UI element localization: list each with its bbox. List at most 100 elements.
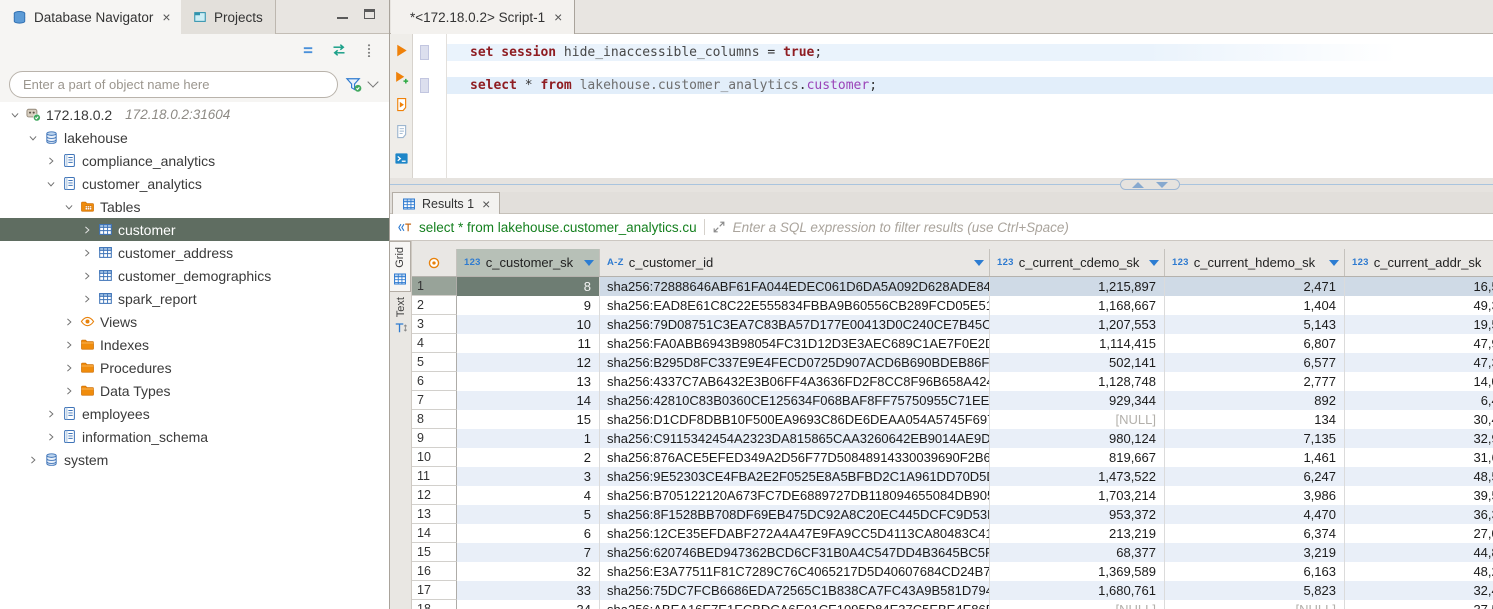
cell-c-current-addr-sk[interactable]: 48,29 [1345,562,1493,581]
cell-c-customer-sk[interactable]: 1 [457,429,600,448]
chevron-right-icon[interactable] [26,455,39,465]
cell-c-customer-id[interactable]: sha256:42810C83B0360CE125634F068BAF8FF75… [600,391,990,410]
cell-c-customer-id[interactable]: sha256:B705122120A673FC7DE6889727DB11809… [600,486,990,505]
chevron-down-icon[interactable] [367,76,378,87]
table-row[interactable]: 29sha256:EAD8E61C8C22E555834FBBA9B60556C… [412,296,1493,315]
cell-c-current-hdemo-sk[interactable]: 3,986 [1165,486,1345,505]
tree-item-employees[interactable]: employees [0,402,389,425]
tab-results-1[interactable]: Results 1 × [392,192,500,214]
chevron-right-icon[interactable] [62,363,75,373]
column-header-c-current-addr-sk[interactable]: 123c_current_addr_sk [1345,249,1493,276]
cell-c-current-cdemo-sk[interactable]: 980,124 [990,429,1165,448]
close-icon[interactable]: × [554,9,562,25]
cell-c-customer-sk[interactable]: 10 [457,315,600,334]
cell-c-current-addr-sk[interactable]: 36,36 [1345,505,1493,524]
cell-c-current-cdemo-sk[interactable]: 1,114,415 [990,334,1165,353]
cell-c-current-cdemo-sk[interactable]: 819,667 [990,448,1165,467]
sort-dropdown-icon[interactable] [1149,260,1159,266]
cell-c-customer-sk[interactable]: 3 [457,467,600,486]
cell-c-current-hdemo-sk[interactable]: 6,807 [1165,334,1345,353]
cell-c-current-cdemo-sk[interactable]: 502,141 [990,353,1165,372]
cell-c-current-hdemo-sk[interactable]: 1,461 [1165,448,1345,467]
cell-c-customer-id[interactable]: sha256:12CE35EFDABF272A4A47E9FA9CC5D4113… [600,524,990,543]
cell-c-current-addr-sk[interactable]: 32,94 [1345,429,1493,448]
tree-item-lakehouse[interactable]: lakehouse [0,126,389,149]
chevron-right-icon[interactable] [80,271,93,281]
column-header-c-current-cdemo-sk[interactable]: 123c_current_cdemo_sk [990,249,1165,276]
code-line[interactable]: set session hide_inaccessible_columns = … [447,44,1493,61]
chevron-right-icon[interactable] [44,432,57,442]
tab-database-navigator[interactable]: Database Navigator × [0,0,184,34]
cell-c-current-hdemo-sk[interactable]: 5,143 [1165,315,1345,334]
table-row[interactable]: 124sha256:B705122120A673FC7DE6889727DB11… [412,486,1493,505]
row-number[interactable]: 5 [412,353,457,372]
chevron-right-icon[interactable] [62,317,75,327]
cell-c-current-hdemo-sk[interactable]: 6,577 [1165,353,1345,372]
row-number[interactable]: 10 [412,448,457,467]
cell-c-current-hdemo-sk[interactable]: 6,374 [1165,524,1345,543]
tree-item-views[interactable]: Views [0,310,389,333]
column-header-c-current-hdemo-sk[interactable]: 123c_current_hdemo_sk [1165,249,1345,276]
cell-c-customer-id[interactable]: sha256:75DC7FCB6686EDA72565C1B838CA7FC43… [600,581,990,600]
tree-item-data-types[interactable]: Data Types [0,379,389,402]
table-row[interactable]: 714sha256:42810C83B0360CE125634F068BAF8F… [412,391,1493,410]
cell-c-current-cdemo-sk[interactable]: 1,369,589 [990,562,1165,581]
cell-c-customer-id[interactable]: sha256:FA0ABB6943B98054FC31D12D3E3AEC689… [600,334,990,353]
chevron-down-icon[interactable] [26,133,39,143]
cell-c-current-hdemo-sk[interactable]: 134 [1165,410,1345,429]
cell-c-customer-sk[interactable]: 7 [457,543,600,562]
cell-c-current-cdemo-sk[interactable]: [NULL] [990,600,1165,609]
cell-c-customer-sk[interactable]: 33 [457,581,600,600]
chevron-right-icon[interactable] [62,386,75,396]
tree-item-customer-analytics[interactable]: customer_analytics [0,172,389,195]
table-row[interactable]: 18sha256:72888646ABF61FA044EDEC061D6DA5A… [412,277,1493,296]
table-row[interactable]: 102sha256:876ACE5EFED349A2D56F77D5084891… [412,448,1493,467]
chevron-right-icon[interactable] [44,409,57,419]
chevron-down-icon[interactable] [62,202,75,212]
table-row[interactable]: 1632sha256:E3A77511F81C7289C76C4065217D5… [412,562,1493,581]
cell-c-customer-sk[interactable]: 11 [457,334,600,353]
table-row[interactable]: 310sha256:79D08751C3EA7C83BA57D177E00413… [412,315,1493,334]
table-row[interactable]: 411sha256:FA0ABB6943B98054FC31D12D3E3AEC… [412,334,1493,353]
chevron-right-icon[interactable] [80,248,93,258]
cell-c-current-cdemo-sk[interactable]: 68,377 [990,543,1165,562]
cell-c-current-hdemo-sk[interactable]: 1,404 [1165,296,1345,315]
filter-funnel-icon[interactable] [345,76,362,93]
cell-c-current-addr-sk[interactable]: 39,55 [1345,486,1493,505]
cell-c-customer-id[interactable]: sha256:D1CDF8DBB10F500EA9693C86DE6DEAA05… [600,410,990,429]
cell-c-current-cdemo-sk[interactable]: 1,215,897 [990,277,1165,296]
open-sql-console-icon[interactable] [394,151,409,166]
row-number[interactable]: 2 [412,296,457,315]
tree-item-customer[interactable]: customer [0,218,389,241]
cell-c-customer-sk[interactable]: 9 [457,296,600,315]
cell-c-current-addr-sk[interactable]: 6,44 [1345,391,1493,410]
cell-c-current-addr-sk[interactable]: 16,59 [1345,277,1493,296]
presentation-tab-grid[interactable]: Grid [390,241,411,292]
table-row[interactable]: 815sha256:D1CDF8DBB10F500EA9693C86DE6DEA… [412,410,1493,429]
execute-statement-icon[interactable] [394,43,409,58]
cell-c-current-cdemo-sk[interactable]: 1,680,761 [990,581,1165,600]
sash-up-icon[interactable] [1132,182,1144,188]
sash-arrows[interactable] [1120,179,1180,190]
chevron-right-icon[interactable] [80,294,93,304]
cell-c-current-cdemo-sk[interactable]: 1,128,748 [990,372,1165,391]
cell-c-current-addr-sk[interactable]: 47,36 [1345,353,1493,372]
close-icon[interactable]: × [482,196,490,212]
tree-item-172-18-0-2[interactable]: 172.18.0.2172.18.0.2:31604 [0,103,389,126]
cell-c-current-addr-sk[interactable]: 37,50 [1345,600,1493,609]
cell-c-current-cdemo-sk[interactable]: 953,372 [990,505,1165,524]
cell-c-current-addr-sk[interactable]: 14,00 [1345,372,1493,391]
row-number[interactable]: 11 [412,467,457,486]
cell-c-current-hdemo-sk[interactable]: 892 [1165,391,1345,410]
cell-c-current-addr-sk[interactable]: 32,43 [1345,581,1493,600]
cell-c-customer-sk[interactable]: 6 [457,524,600,543]
table-row[interactable]: 157sha256:620746BED947362BCD6CF31B0A4C54… [412,543,1493,562]
cell-c-customer-id[interactable]: sha256:4337C7AB6432E3B06FF4A3636FD2F8CC8… [600,372,990,391]
code-line[interactable] [447,61,1493,77]
row-number[interactable]: 18 [412,600,457,609]
chevron-right-icon[interactable] [44,156,57,166]
chevron-down-icon[interactable] [8,110,21,120]
tab-script-1[interactable]: *<172.18.0.2> Script-1 × [391,0,575,34]
sql-code-area[interactable]: set session hide_inaccessible_columns = … [447,34,1493,178]
chevron-right-icon[interactable] [80,225,93,235]
